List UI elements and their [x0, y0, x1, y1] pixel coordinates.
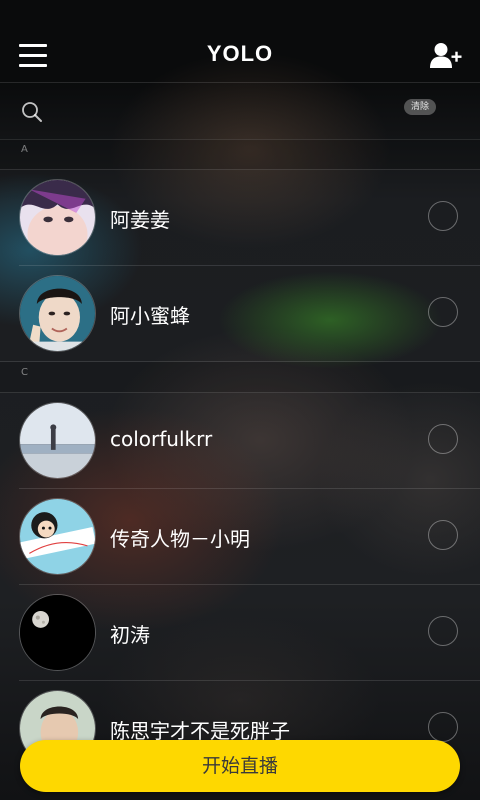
contact-name: 初涛: [110, 623, 150, 647]
section-header-a: A: [0, 139, 480, 170]
top-bar: YOLO: [0, 28, 480, 82]
select-radio[interactable]: [428, 424, 458, 454]
contact-name: 阿小蜜蜂: [110, 304, 190, 328]
section-letter: A: [21, 144, 28, 155]
app-title: YOLO: [206, 41, 274, 66]
search-icon: [21, 101, 43, 123]
contact-row[interactable]: 阿小蜜蜂: [0, 266, 480, 362]
contact-name: 阿姜姜: [110, 208, 170, 232]
contact-row[interactable]: colorfulkrr: [0, 393, 480, 489]
contact-name: colorfulkrr: [110, 427, 213, 451]
select-radio[interactable]: [428, 712, 458, 742]
section-header-c: C: [0, 362, 480, 393]
select-radio[interactable]: [428, 201, 458, 231]
search-input[interactable]: [54, 95, 388, 127]
contacts-screen: YOLO 清除 A 阿姜姜 阿小蜜蜂 C colorfulkrr 传奇人物－小明…: [0, 0, 480, 800]
section-letter: C: [21, 367, 28, 378]
clear-button[interactable]: 清除: [404, 99, 437, 115]
contact-row[interactable]: 阿姜姜: [0, 170, 480, 266]
add-user-icon[interactable]: [430, 42, 462, 70]
avatar: [19, 275, 96, 352]
select-radio[interactable]: [428, 616, 458, 646]
select-radio[interactable]: [428, 297, 458, 327]
avatar: [19, 594, 96, 671]
contact-name: 传奇人物－小明: [110, 527, 250, 551]
search-bar: 清除: [0, 82, 480, 140]
avatar: [19, 402, 96, 479]
contact-row[interactable]: 传奇人物－小明: [0, 489, 480, 585]
avatar: [19, 498, 96, 575]
contact-row[interactable]: 初涛: [0, 585, 480, 681]
avatar: [19, 179, 96, 256]
start-live-button[interactable]: 开始直播: [20, 740, 460, 792]
select-radio[interactable]: [428, 520, 458, 550]
